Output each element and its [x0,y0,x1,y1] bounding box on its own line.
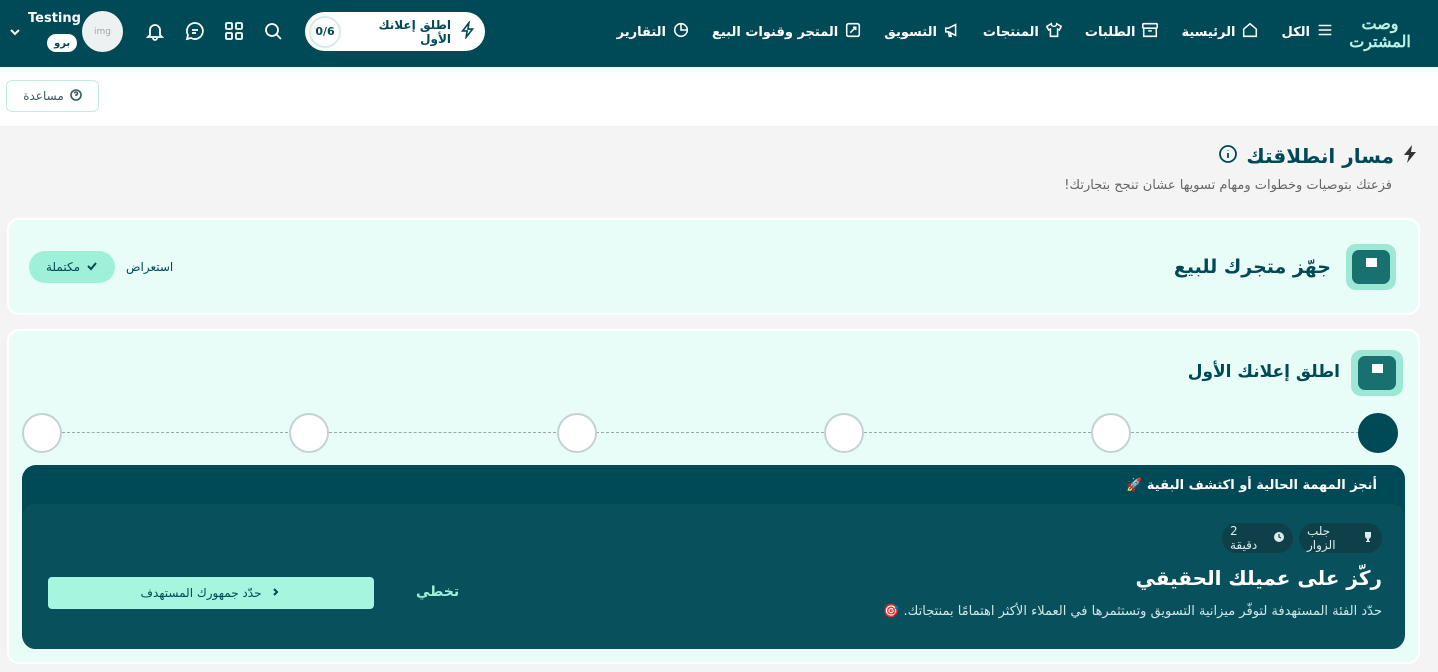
nav-item-orders[interactable]: الطلبات [1085,21,1160,43]
nav-item-marketing[interactable]: التسويق [884,21,961,43]
page-subtitle: فزعتك بتوصيات وخطوات ومهام تسويها عشان ت… [1064,178,1392,193]
tag-label: 2 دقيقة [1230,524,1258,552]
launch-pill-label: اطلق إعلانك الأول [378,17,451,46]
nav-item-label: الطلبات [1084,24,1136,40]
apps-grid-icon[interactable] [223,20,245,42]
nav-item-reports[interactable]: التقارير [617,21,690,43]
status-badge: مكتملة [29,251,115,283]
step-2[interactable] [1091,413,1131,453]
step-6[interactable] [22,413,62,453]
step-connector [864,432,1091,433]
chat-icon[interactable] [184,20,206,42]
megaphone-icon [943,21,961,43]
info-icon[interactable] [1218,144,1238,168]
nav-item-home[interactable]: الرئيسية [1181,21,1259,43]
check-icon [86,260,98,275]
cta-label: حدّد جمهورك المستهدف [140,586,262,600]
main-nav: الكل الرئيسية الطلبات المنتجات التسويق ا… [617,17,1334,47]
brand-logo[interactable]: وصت المشترت [1348,12,1412,54]
bolt-icon [459,19,477,43]
milestone-title: اطلق إعلانك الأول [1187,362,1340,382]
nav-item-all[interactable]: الكل [1281,21,1334,43]
milestone-title: جهّز متجرك للبيع [1173,256,1331,278]
trophy-icon [1362,531,1374,546]
milestone-card-store-ready: جهّز متجرك للبيع مكتملة استعراض [7,218,1420,315]
store-icon [844,21,862,43]
home-icon [1241,21,1259,43]
launch-progress-pill[interactable]: 0/6 اطلق إعلانك الأول [305,12,485,51]
step-connector [62,432,288,433]
help-circle-icon [69,88,82,104]
user-name: Testing [28,11,81,26]
nav-item-products[interactable]: المنتجات [983,21,1063,43]
flag-icon [1361,255,1381,279]
clock-icon [1273,531,1285,546]
current-task-panel: أنجز المهمة الحالية أو اكتشف البقية 🚀 جل… [22,465,1405,649]
bolt-icon [1402,145,1418,167]
nav-item-label: الكل [1281,24,1310,40]
task-panel-header: أنجز المهمة الحالية أو اكتشف البقية 🚀 [1126,478,1377,493]
task-card: جلب الزوار 2 دقيقة ركّز على عميلك الحقيق… [23,504,1404,649]
milestone-card-first-ad: اطلق إعلانك الأول أنجز المهمة الحالية أو… [7,329,1420,664]
step-1-active[interactable] [1358,413,1398,453]
duration-tag: 2 دقيقة [1222,523,1293,553]
nav-item-label: المنتجات [982,24,1039,40]
task-title: ركّز على عميلك الحقيقي [1135,566,1382,590]
flag-icon [1367,361,1387,385]
nav-item-label: المتجر وقنوات البيع [712,24,839,40]
step-connector [329,432,556,433]
skip-button[interactable]: تخطي [416,584,459,600]
step-progress [22,411,1400,453]
step-4[interactable] [557,413,597,453]
tag-label: جلب الزوار [1307,524,1336,552]
define-audience-button[interactable]: حدّد جمهورك المستهدف [48,577,374,609]
search-icon[interactable] [262,20,284,42]
logo-line2: المشترت [1349,32,1411,51]
task-description: حدّد الفئة المستهدفة لتوفّر ميزانية التس… [883,604,1382,619]
flag-badge [1351,350,1403,396]
flag-badge [1346,244,1396,290]
nav-item-label: التقارير [616,24,666,40]
chevron-down-icon[interactable] [8,24,22,38]
nav-item-store-channels[interactable]: المتجر وقنوات البيع [712,21,862,43]
avatar[interactable]: img [82,11,123,52]
sub-toolbar: مساعدة [0,67,1438,126]
step-connector [596,432,824,433]
launch-progress-count: 0/6 [309,15,341,48]
page-title-row: مسار انطلاقتك [1218,143,1418,169]
help-button[interactable]: مساعدة [6,80,99,112]
chevron-right-icon [271,586,281,600]
help-label: مساعدة [23,89,64,103]
status-label: مكتملة [45,260,81,274]
step-5[interactable] [289,413,329,453]
shirt-icon [1045,21,1063,43]
menu-icon [1316,21,1334,43]
bell-icon[interactable] [144,20,166,42]
step-connector [1131,432,1359,433]
nav-item-label: التسويق [884,24,937,40]
archive-icon [1141,21,1159,43]
category-tag: جلب الزوار [1299,523,1382,553]
pie-chart-icon [672,21,690,43]
page-title: مسار انطلاقتك [1246,144,1394,168]
logo-line1: وصت [1361,14,1399,33]
step-3[interactable] [824,413,864,453]
nav-item-label: الرئيسية [1181,24,1236,40]
plan-badge: برو [47,34,78,52]
top-navigation-bar: وصت المشترت الكل الرئيسية الطلبات المنتج… [0,0,1438,67]
review-link[interactable]: استعراض [126,260,173,274]
